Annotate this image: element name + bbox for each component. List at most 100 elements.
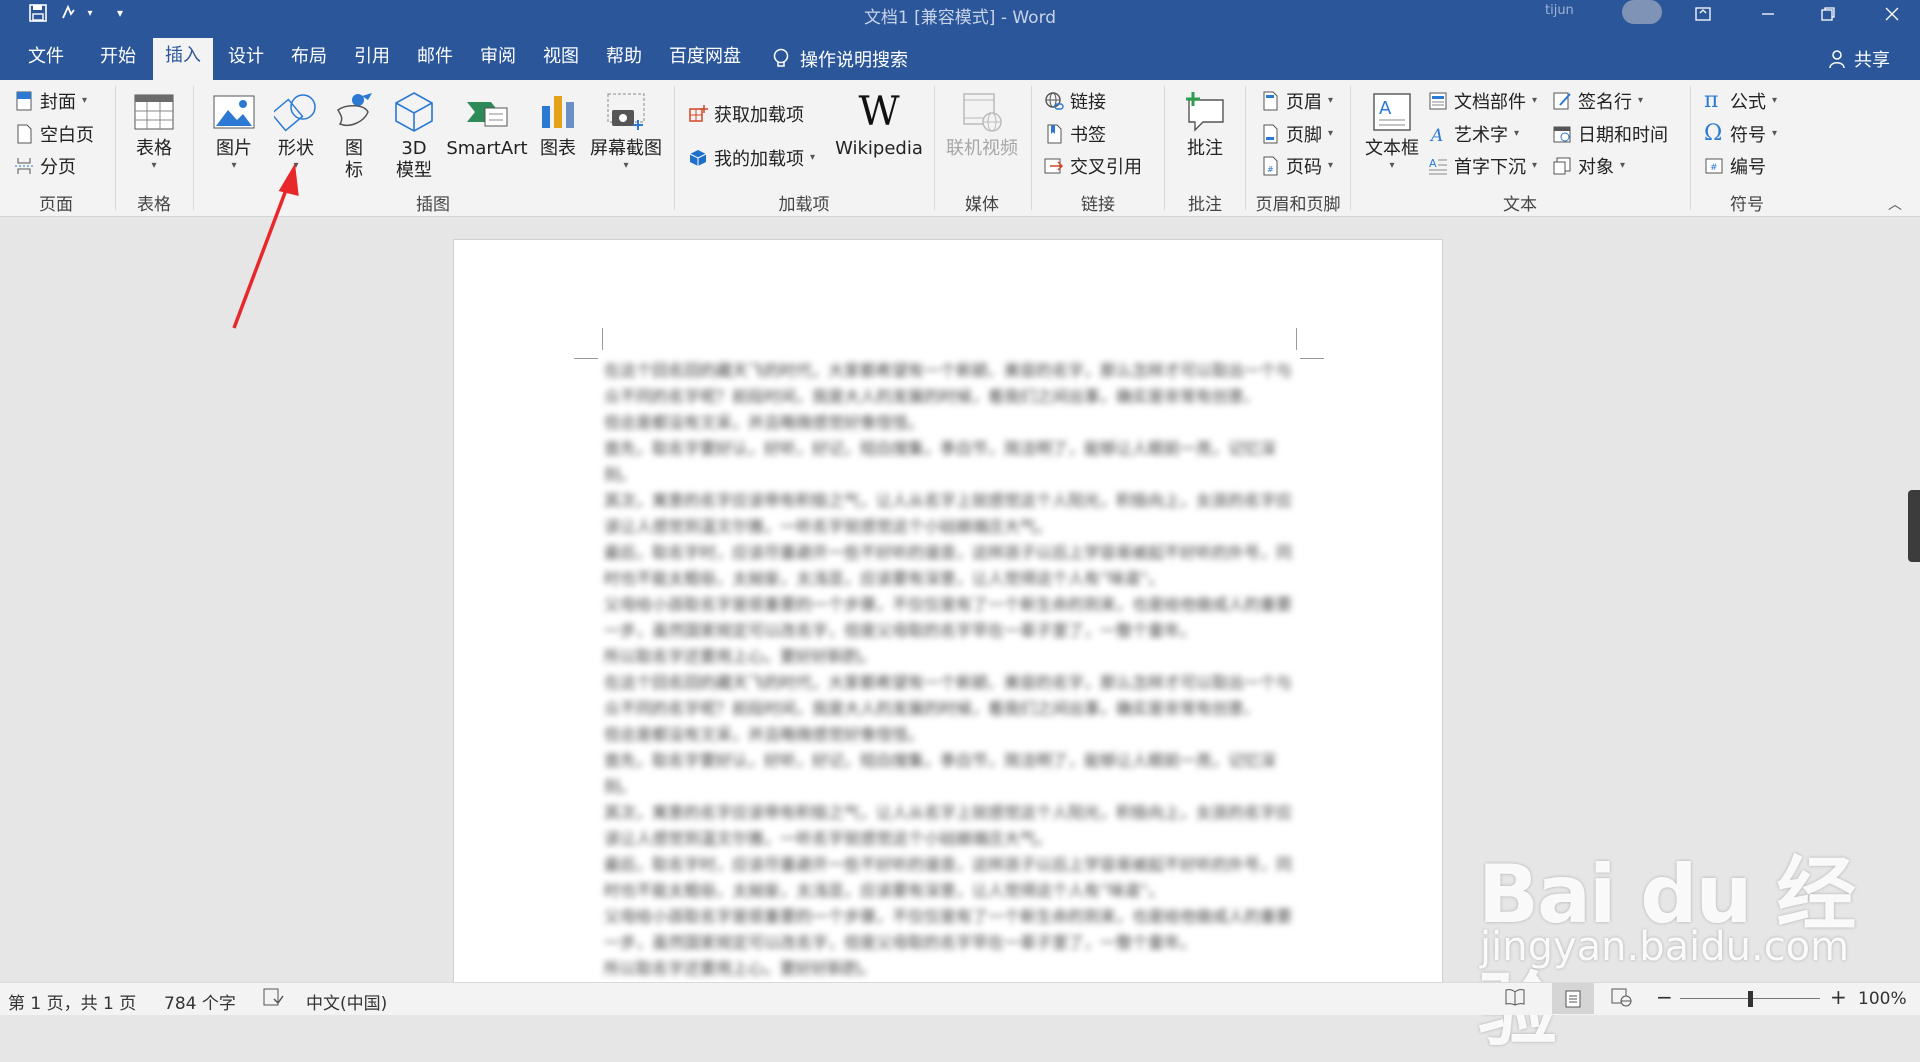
- omega-icon: Ω: [1704, 121, 1723, 146]
- picture-label: 图片: [216, 138, 252, 159]
- zoom-level[interactable]: 100%: [1858, 989, 1907, 1009]
- drop-cap-button[interactable]: A 首字下沉 ▾: [1428, 152, 1537, 180]
- tab-file[interactable]: 文件: [18, 42, 74, 80]
- tab-design[interactable]: 设计: [218, 42, 274, 80]
- online-video-label: 联机视频: [946, 138, 1018, 159]
- footer-button[interactable]: 页脚 ▾: [1260, 120, 1333, 148]
- symbol-button[interactable]: Ω 符号 ▾: [1704, 120, 1777, 148]
- side-panel-handle[interactable]: [1908, 490, 1920, 562]
- quick-parts-button[interactable]: 文档部件 ▾: [1428, 87, 1537, 115]
- bookmark-button[interactable]: 书签: [1044, 120, 1106, 148]
- zoom-slider-thumb[interactable]: [1748, 991, 1753, 1007]
- tab-help[interactable]: 帮助: [596, 42, 652, 80]
- svg-text:#: #: [1710, 163, 1718, 173]
- tab-mailings[interactable]: 邮件: [407, 42, 463, 80]
- tab-view[interactable]: 视图: [533, 42, 589, 80]
- online-video-icon: [963, 93, 1002, 132]
- chart-button[interactable]: 图表: [533, 90, 583, 160]
- blank-page-button[interactable]: 空白页: [14, 120, 94, 148]
- comment-button[interactable]: 批注: [1176, 90, 1234, 160]
- icons-label: 图 标: [345, 138, 363, 181]
- date-time-label: 日期和时间: [1578, 125, 1668, 146]
- language[interactable]: 中文(中国): [306, 989, 387, 1014]
- tab-layout[interactable]: 布局: [281, 42, 337, 80]
- user-name[interactable]: tijun: [1545, 3, 1574, 18]
- object-label: 对象: [1578, 157, 1614, 178]
- zoom-in-button[interactable]: +: [1830, 985, 1847, 1009]
- proofing-icon[interactable]: [262, 987, 284, 1012]
- crop-mark-right-h: [1300, 358, 1324, 359]
- read-mode-icon[interactable]: [1504, 987, 1526, 1012]
- shapes-button[interactable]: 形状 ▾: [268, 90, 324, 172]
- share-button[interactable]: 共享: [1828, 46, 1890, 72]
- paragraph: 最后，取名字时，应该尽量避开一些不好听的谐音，这样孩子以后上学容易被起不好听的外…: [604, 543, 1293, 588]
- ribbon-display-icon[interactable]: [1675, 0, 1731, 28]
- paragraph: 在这个回名回的藏天飞的时代，大家都希望有一个新颖、美容的名字，那么怎样才可以取出…: [604, 361, 1293, 406]
- avatar[interactable]: [1622, 0, 1662, 24]
- restore-icon[interactable]: [1800, 0, 1856, 28]
- table-icon: [134, 94, 174, 130]
- table-button[interactable]: 表格 ▾: [126, 90, 182, 172]
- header-button[interactable]: 页眉 ▾: [1260, 87, 1333, 115]
- date-time-button[interactable]: 日期和时间: [1552, 120, 1668, 148]
- signature-line-button[interactable]: 签名行 ▾: [1552, 87, 1643, 115]
- cross-reference-label: 交叉引用: [1070, 157, 1142, 178]
- ribbon-tabs: 文件 开始 插入 设计 布局 引用 邮件 审阅 视图 帮助 百度网盘 操作说明搜…: [0, 28, 1920, 80]
- print-layout-icon[interactable]: [1552, 983, 1594, 1014]
- link-icon: [1045, 92, 1064, 110]
- bookmark-label: 书签: [1070, 125, 1106, 146]
- wikipedia-button[interactable]: W Wikipedia: [834, 90, 924, 160]
- screenshot-label: 屏幕截图: [590, 138, 662, 159]
- minimize-icon[interactable]: [1740, 0, 1796, 28]
- document-body[interactable]: 在这个回名回的藏天飞的时代，大家都希望有一个新颖、美容的名字，那么怎样才可以取出…: [604, 358, 1294, 982]
- wikipedia-icon: W: [858, 89, 900, 135]
- group-label-illustrations: 插图: [416, 195, 450, 215]
- tell-me-search[interactable]: 操作说明搜索: [772, 46, 908, 72]
- icons-button[interactable]: 图 标: [330, 90, 378, 182]
- signature-line-icon: [1553, 92, 1571, 110]
- page-break-button[interactable]: 分页: [14, 152, 76, 180]
- tell-me-label: 操作说明搜索: [800, 50, 908, 71]
- zoom-out-button[interactable]: −: [1656, 985, 1673, 1009]
- online-video-button[interactable]: 联机视频: [944, 90, 1020, 160]
- smartart-button[interactable]: SmartArt: [444, 90, 530, 160]
- page-number-button[interactable]: # 页码 ▾: [1260, 152, 1333, 180]
- screenshot-button[interactable]: 屏幕截图 ▾: [588, 90, 664, 172]
- get-addins-button[interactable]: 获取加载项: [688, 100, 804, 128]
- picture-button[interactable]: 图片 ▾: [208, 90, 260, 172]
- tab-insert[interactable]: 插入: [153, 38, 213, 80]
- blank-page-label: 空白页: [40, 125, 94, 146]
- link-button[interactable]: 链接: [1044, 87, 1106, 115]
- svg-text:A: A: [1379, 98, 1392, 119]
- web-layout-icon[interactable]: [1610, 987, 1632, 1012]
- tab-baidu-netdisk[interactable]: 百度网盘: [662, 42, 748, 80]
- numbering-label: 编号: [1730, 157, 1766, 178]
- tab-review[interactable]: 审阅: [470, 42, 526, 80]
- calendar-icon: [1553, 126, 1571, 143]
- cross-reference-icon: [1044, 158, 1064, 174]
- page-count[interactable]: 第 1 页，共 1 页: [8, 989, 136, 1014]
- cover-page-button[interactable]: 封面 ▾: [14, 87, 87, 115]
- wordart-button[interactable]: A 艺术字 ▾: [1428, 120, 1519, 148]
- cross-reference-button[interactable]: 交叉引用: [1044, 152, 1142, 180]
- tab-home[interactable]: 开始: [90, 42, 146, 80]
- textbox-button[interactable]: A 文本框 ▾: [1362, 90, 1422, 172]
- close-icon[interactable]: [1864, 0, 1920, 28]
- title-bar: ▾ ▾ 文档1 [兼容模式] - Word tijun: [0, 0, 1920, 28]
- document-page[interactable]: 在这个回名回的藏天飞的时代，大家都希望有一个新颖、美容的名字，那么怎样才可以取出…: [453, 239, 1443, 999]
- tab-references[interactable]: 引用: [344, 42, 400, 80]
- 3d-model-button[interactable]: 3D 模型: [388, 90, 440, 182]
- svg-text:#: #: [1267, 165, 1274, 174]
- baidu-watermark: Bai du 经验 jingyan.baidu.com: [1470, 800, 1910, 1057]
- word-count[interactable]: 784 个字: [164, 989, 236, 1014]
- my-addins-icon: [689, 150, 707, 166]
- wikipedia-label: Wikipedia: [835, 138, 923, 159]
- collapse-ribbon-icon[interactable]: ︿: [1888, 194, 1902, 214]
- equation-button[interactable]: π 公式 ▾: [1704, 87, 1777, 115]
- object-button[interactable]: 对象 ▾: [1552, 152, 1625, 180]
- numbering-button[interactable]: # 编号: [1704, 152, 1766, 180]
- paragraph: 但总是都没有文采，并且略微感觉好像怪怪。: [604, 413, 925, 432]
- object-icon: [1553, 157, 1571, 175]
- svg-text:A: A: [1429, 157, 1437, 170]
- my-addins-button[interactable]: 我的加载项 ▾: [688, 144, 815, 172]
